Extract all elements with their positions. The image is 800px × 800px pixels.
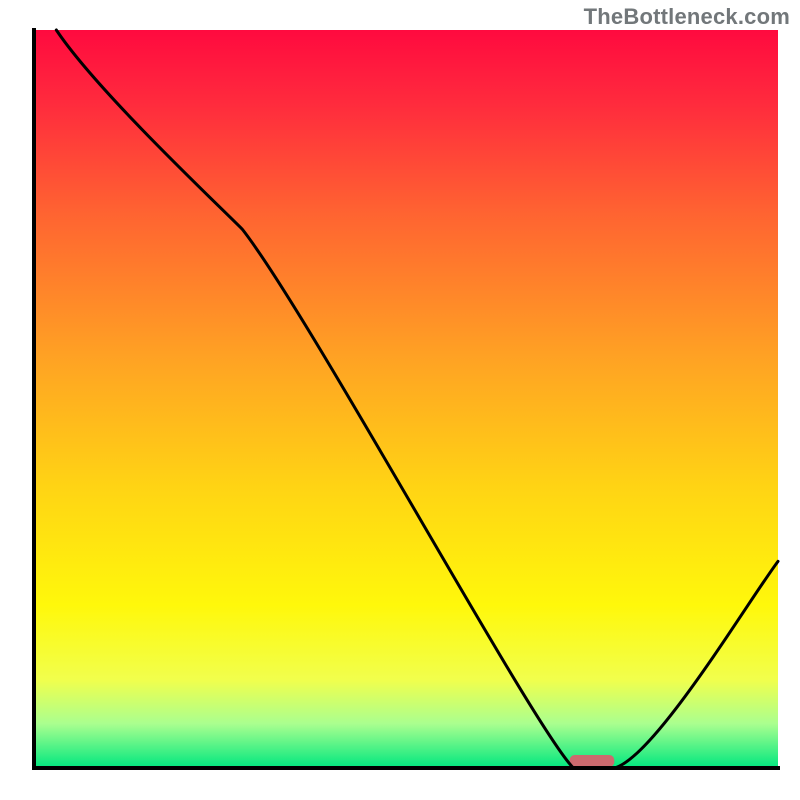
bottleneck-chart xyxy=(0,0,800,800)
chart-stage: TheBottleneck.com xyxy=(0,0,800,800)
optimal-marker xyxy=(570,755,615,767)
attribution-label: TheBottleneck.com xyxy=(584,4,790,30)
plot-background xyxy=(34,30,778,768)
